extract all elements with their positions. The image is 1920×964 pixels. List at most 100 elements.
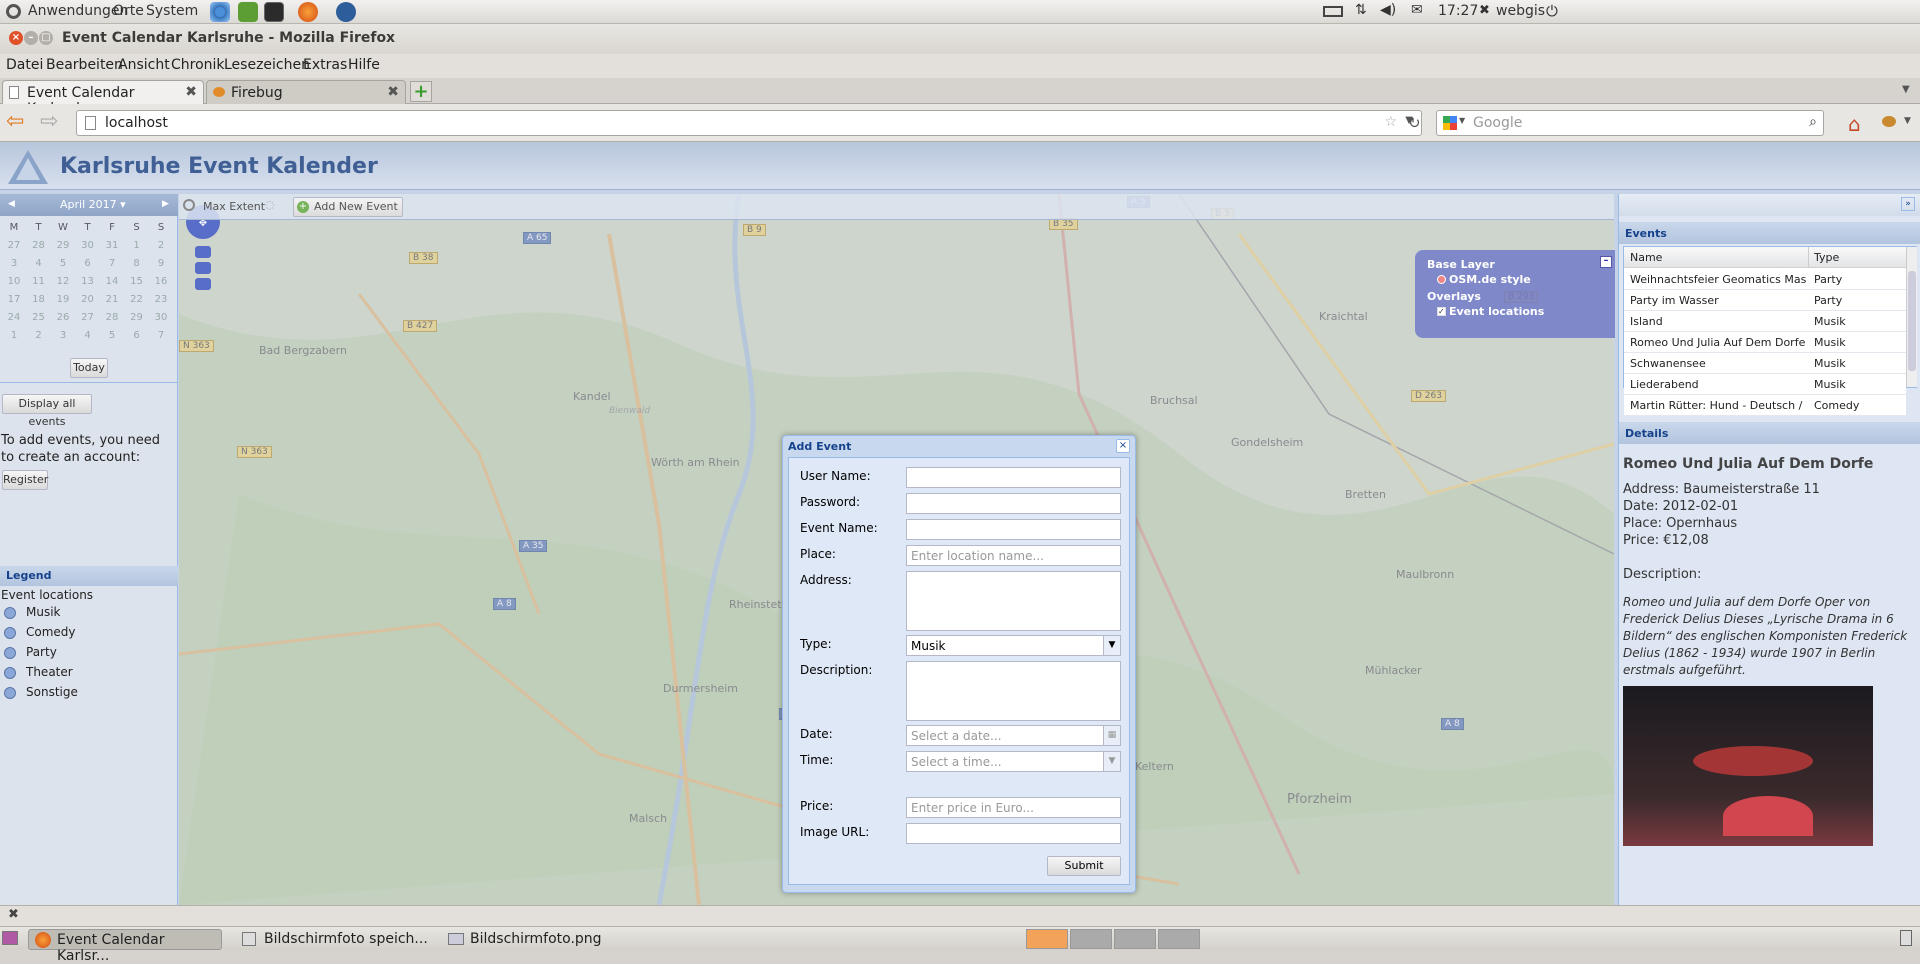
today-button[interactable]: Today	[70, 358, 108, 378]
new-tab-icon[interactable]: +	[410, 81, 432, 102]
taskbar-item-firefox[interactable]: Event Calendar Karlsr...	[28, 929, 222, 964]
tab-firebug[interactable]: Firebug ✖	[206, 80, 406, 104]
menu-chronik[interactable]: Chronik	[171, 57, 225, 73]
reload-icon[interactable]: ↻	[1408, 114, 1421, 132]
close-tab-icon[interactable]: ✖	[387, 84, 399, 100]
minimize-layer-switcher-icon[interactable]: –	[1600, 256, 1612, 268]
calendar-day[interactable]: 18	[27, 290, 51, 310]
max-extent-icon[interactable]	[183, 199, 195, 211]
calendar-day[interactable]: 27	[2, 236, 26, 256]
collapse-panel-icon[interactable]: »	[1901, 197, 1915, 211]
url-bar[interactable]: localhost ☆ ▼	[76, 110, 1422, 136]
next-month-icon[interactable]: ▶	[162, 199, 169, 209]
menu-ansicht[interactable]: Ansicht	[118, 57, 170, 73]
scrollbar-thumb[interactable]	[1908, 271, 1916, 371]
event-row[interactable]: Island Musik	[1624, 311, 1906, 332]
calendar-day[interactable]: 16	[149, 272, 173, 292]
user-name[interactable]: webgis	[1496, 3, 1545, 19]
add-event-toolbar-button[interactable]: + Add New Event	[293, 197, 403, 217]
type-select[interactable]: Musik ▼	[906, 635, 1121, 656]
calendar-day[interactable]: 12	[51, 272, 75, 292]
forward-icon[interactable]: ⇨	[40, 111, 58, 133]
search-input[interactable]: ▼ Google ⌕	[1436, 110, 1824, 136]
event-name-input[interactable]	[906, 519, 1121, 540]
calendar-icon[interactable]: ▦	[1103, 726, 1120, 745]
max-extent-button[interactable]: Max Extent	[203, 200, 265, 213]
google-icon[interactable]	[1443, 116, 1457, 130]
firefox-launcher-icon[interactable]	[298, 2, 318, 22]
calendar-day[interactable]: 4	[76, 326, 100, 346]
calendar-day[interactable]: 3	[51, 326, 75, 346]
calendar-day[interactable]: 10	[2, 272, 26, 292]
firebug-toolbar-icon[interactable]	[1882, 116, 1896, 127]
event-row[interactable]: Weihnachtsfeier Geomatics Master Party	[1624, 269, 1906, 290]
event-row[interactable]: Liederabend Musik	[1624, 374, 1906, 395]
volume-icon[interactable]: ◀)	[1380, 2, 1396, 18]
calendar-day[interactable]: 14	[100, 272, 124, 292]
bookmark-star-icon[interactable]: ☆	[1384, 114, 1397, 130]
calendar-day[interactable]: 6	[125, 326, 149, 346]
event-row[interactable]: Romeo Und Julia Auf Dem Dorfe Musik	[1624, 332, 1906, 353]
address-textarea[interactable]	[906, 571, 1121, 631]
menu-places[interactable]: Orte	[113, 3, 144, 19]
event-row[interactable]: Schwanensee Musik	[1624, 353, 1906, 374]
calendar-day[interactable]: 29	[51, 236, 75, 256]
calendar-day[interactable]: 17	[2, 290, 26, 310]
calendar-day[interactable]: 21	[100, 290, 124, 310]
search-engine-dropdown-icon[interactable]: ▼	[1459, 116, 1465, 125]
calendar-day[interactable]: 13	[76, 272, 100, 292]
date-input[interactable]: Select a date... ▦	[906, 725, 1121, 746]
maximize-window-icon[interactable]: □	[39, 31, 53, 45]
tab-list-icon[interactable]: ▼	[1902, 84, 1910, 95]
mail-icon[interactable]: ✉	[1411, 2, 1423, 18]
time-select[interactable]: Select a time... ▼	[906, 751, 1121, 772]
calendar-day[interactable]: 2	[27, 326, 51, 346]
terminal-launcher-icon[interactable]	[264, 2, 284, 22]
calendar-day[interactable]: 25	[27, 308, 51, 328]
calendar-day[interactable]: 28	[100, 308, 124, 328]
display-all-events-button[interactable]: Display all events	[2, 394, 92, 428]
place-input[interactable]: Enter location name...	[906, 545, 1121, 566]
taskbar-item-screenshot-save[interactable]: Bildschirmfoto speich...	[236, 929, 436, 950]
menu-lesezeichen[interactable]: Lesezeichen	[224, 57, 310, 73]
minimize-window-icon[interactable]: –	[24, 31, 38, 45]
image-url-input[interactable]	[906, 823, 1121, 844]
submit-button[interactable]: Submit	[1047, 856, 1121, 876]
close-dialog-icon[interactable]: ×	[1116, 439, 1130, 453]
calendar-day[interactable]: 9	[149, 254, 173, 274]
register-button[interactable]: Register	[2, 470, 48, 490]
calendar-day[interactable]: 4	[27, 254, 51, 274]
tab-event-calendar[interactable]: Event Calendar Karlsruhe ✖	[2, 80, 204, 117]
calendar-day[interactable]: 22	[125, 290, 149, 310]
battery-icon[interactable]	[1323, 6, 1343, 17]
chevron-down-icon[interactable]: ▼	[1103, 636, 1120, 655]
workspace-3[interactable]	[1114, 929, 1156, 949]
chromium-launcher-icon[interactable]	[210, 2, 230, 22]
workspace-1[interactable]	[1026, 929, 1068, 949]
base-layer-option[interactable]: OSM.de style	[1449, 273, 1531, 286]
calendar-day[interactable]: 31	[100, 236, 124, 256]
calendar-day[interactable]: 2	[149, 236, 173, 256]
menu-bearbeiten[interactable]: Bearbeiten	[46, 57, 123, 73]
back-icon[interactable]: ⇦	[6, 111, 24, 133]
user-name-input[interactable]	[906, 467, 1121, 488]
taskbar-item-image-viewer[interactable]: Bildschirmfoto.png	[442, 929, 642, 950]
network-icon[interactable]: ⇅	[1355, 2, 1367, 18]
calendar-day[interactable]: 27	[76, 308, 100, 328]
ubuntu-logo-icon[interactable]	[6, 4, 21, 19]
calendar-day[interactable]: 28	[27, 236, 51, 256]
power-icon[interactable]: ⏻	[1546, 2, 1558, 20]
calendar-day[interactable]: 5	[100, 326, 124, 346]
calendar-day[interactable]: 7	[100, 254, 124, 274]
price-input[interactable]: Enter price in Euro...	[906, 797, 1121, 818]
close-addon-bar-icon[interactable]: ✖	[8, 907, 19, 922]
calendar-day[interactable]: 19	[51, 290, 75, 310]
calendar-day[interactable]: 3	[2, 254, 26, 274]
show-desktop-icon[interactable]	[2, 931, 18, 945]
col-type[interactable]: Type	[1814, 251, 1839, 264]
workspace-4[interactable]	[1158, 929, 1200, 949]
calendar-day[interactable]: 11	[27, 272, 51, 292]
trash-icon[interactable]	[1900, 930, 1912, 946]
menu-hilfe[interactable]: Hilfe	[348, 57, 380, 73]
col-name[interactable]: Name	[1630, 251, 1662, 264]
